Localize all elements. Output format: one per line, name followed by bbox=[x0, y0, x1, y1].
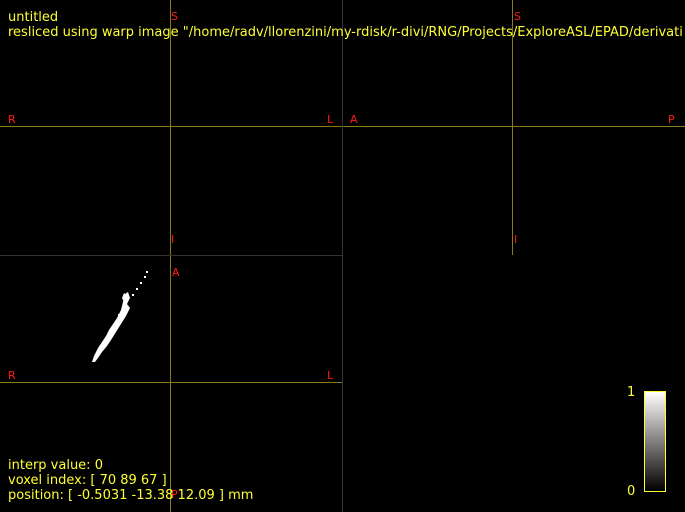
orientation-label-left: L bbox=[327, 369, 334, 382]
orientation-label-left: L bbox=[327, 113, 334, 126]
interp-value: interp value: 0 bbox=[8, 458, 103, 473]
panel-divider-vertical bbox=[342, 0, 343, 512]
crosshair-horizontal bbox=[343, 126, 685, 127]
image-title: untitled bbox=[8, 10, 59, 25]
orientation-label-inferior: I bbox=[171, 233, 175, 246]
orientation-label-anterior: A bbox=[350, 113, 358, 126]
world-position: position: [ -0.5031 -13.38 12.09 ] mm bbox=[8, 488, 254, 503]
ortho-viewer[interactable]: S R L I S A P I A R L P untitled reslice… bbox=[0, 0, 685, 512]
orientation-label-right: R bbox=[8, 369, 16, 382]
cursor-info: interp value: 0 voxel index: [ 70 89 67 … bbox=[8, 458, 253, 503]
crosshair-horizontal bbox=[0, 382, 342, 383]
title-overlay: untitled resliced using warp image "/hom… bbox=[8, 10, 683, 40]
colorbar bbox=[644, 391, 666, 492]
panel-divider-horizontal bbox=[0, 255, 342, 256]
axial-image-blob bbox=[92, 271, 148, 362]
colorbar-max-label: 1 bbox=[627, 385, 636, 400]
crosshair-horizontal bbox=[0, 126, 342, 127]
orientation-label-inferior: I bbox=[514, 233, 518, 246]
orientation-label-posterior: P bbox=[668, 113, 675, 126]
info-panel bbox=[343, 256, 685, 512]
image-subtitle: resliced using warp image "/home/radv/ll… bbox=[8, 25, 683, 40]
orientation-label-right: R bbox=[8, 113, 16, 126]
orientation-label-anterior: A bbox=[172, 266, 180, 279]
voxel-index: voxel index: [ 70 89 67 ] bbox=[8, 473, 167, 488]
colorbar-min-label: 0 bbox=[627, 484, 636, 499]
